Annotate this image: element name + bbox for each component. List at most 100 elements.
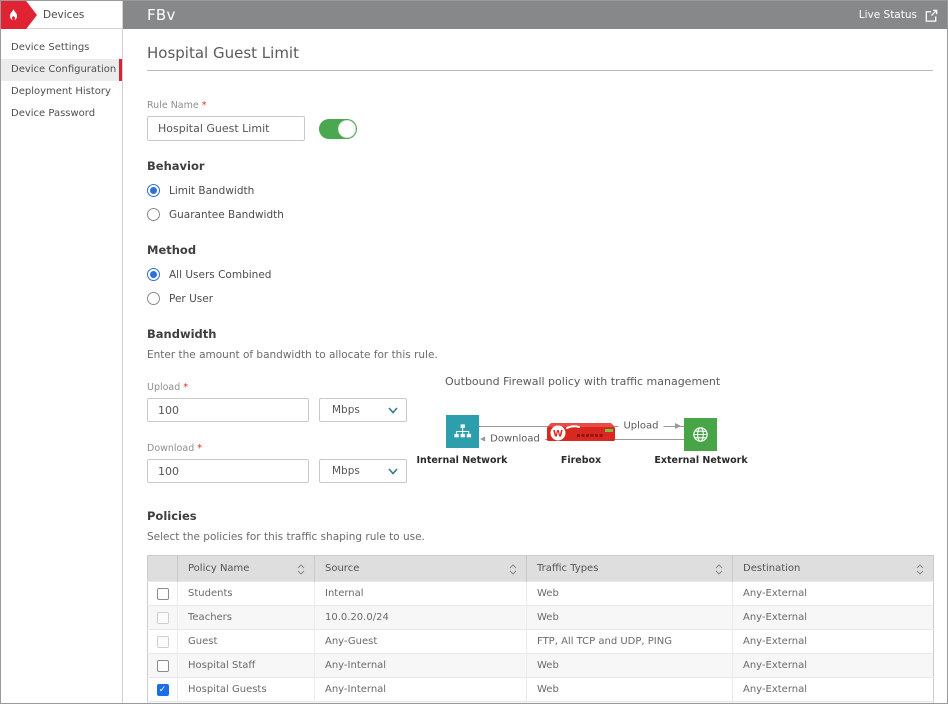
cell-destination: Any-External (733, 702, 934, 704)
live-status-link[interactable]: Live Status (859, 8, 939, 23)
device-title: FBv (147, 6, 176, 24)
toggle-knob (338, 120, 356, 138)
cell-destination: Any-External (733, 654, 934, 678)
radio-icon[interactable] (147, 208, 160, 221)
cell-traffic-types: FTP, All TCP and UDP, PING (527, 702, 733, 704)
cell-source: Any-Guest (315, 630, 527, 654)
sort-icon[interactable] (715, 564, 723, 575)
chevron-down-icon (388, 407, 398, 414)
required-marker: * (197, 443, 202, 454)
download-label: Download (147, 443, 194, 454)
method-option-all-users-combined[interactable]: All Users Combined (147, 268, 933, 281)
sidebar-item-label: Device Password (11, 108, 95, 119)
cell-source: Internal (315, 582, 527, 606)
network-tree-icon (453, 422, 472, 441)
cell-policy-name: Outgoing (178, 702, 315, 704)
sort-icon[interactable] (509, 564, 517, 575)
radio-label: Guarantee Bandwidth (169, 209, 284, 221)
globe-icon (691, 425, 710, 444)
radio-icon[interactable] (147, 268, 160, 281)
flame-icon (6, 7, 21, 23)
brand-logo (1, 1, 37, 29)
column-header-source[interactable]: Source (315, 556, 527, 582)
traffic-diagram: Outbound Firewall policy with traffic ma… (445, 375, 745, 471)
rule-name-input[interactable] (147, 116, 305, 141)
column-header-destination[interactable]: Destination (733, 556, 934, 582)
checkbox-column-header (148, 556, 178, 582)
main-content: Hospital Guest Limit Rule Name* Behavior… (123, 29, 947, 703)
download-unit-select[interactable]: Mbps (319, 459, 407, 483)
cell-destination: Any-External (733, 630, 934, 654)
table-row: GuestAny-GuestFTP, All TCP and UDP, PING… (148, 630, 934, 654)
behavior-heading: Behavior (147, 159, 933, 173)
cell-source: Any-Internal (315, 702, 527, 704)
policies-table: Policy Name Source Traffic Types Destina… (147, 555, 934, 703)
column-header-policy-name[interactable]: Policy Name (178, 556, 315, 582)
upload-flow-label: Upload (618, 421, 663, 432)
table-row: Teachers10.0.20.0/24WebAny-External (148, 606, 934, 630)
sidebar-item-deployment-history[interactable]: Deployment History (1, 81, 122, 103)
policy-checkbox[interactable]: ✓ (157, 684, 169, 696)
brand-tab[interactable]: Devices (1, 1, 123, 29)
column-label: Policy Name (188, 563, 249, 574)
policies-section: Policies Select the policies for this tr… (147, 509, 933, 703)
method-option-per-user[interactable]: Per User (147, 292, 933, 305)
sidebar-item-label: Device Configuration (11, 64, 116, 75)
page-title: Hospital Guest Limit (147, 44, 933, 71)
radio-label: Per User (169, 293, 213, 305)
internal-network-node (446, 415, 479, 448)
column-header-traffic-types[interactable]: Traffic Types (527, 556, 733, 582)
method-section: Method All Users Combined Per User (147, 243, 933, 305)
cell-traffic-types: Web (527, 582, 733, 606)
cell-traffic-types: Web (527, 606, 733, 630)
table-header-row: Policy Name Source Traffic Types Destina… (148, 556, 934, 582)
rule-name-label: Rule Name (147, 100, 199, 111)
bandwidth-description: Enter the amount of bandwidth to allocat… (147, 349, 933, 361)
radio-icon[interactable] (147, 292, 160, 305)
checkbox-cell (148, 702, 178, 704)
cell-source: Any-Internal (315, 654, 527, 678)
policy-checkbox[interactable] (157, 588, 169, 600)
svg-text:W: W (553, 430, 563, 440)
chevron-down-icon (388, 468, 398, 475)
policy-checkbox (157, 636, 169, 648)
cell-destination: Any-External (733, 606, 934, 630)
checkbox-cell: ✓ (148, 678, 178, 702)
sidebar-item-device-password[interactable]: Device Password (1, 103, 122, 125)
radio-icon[interactable] (147, 184, 160, 197)
download-unit-value: Mbps (332, 465, 360, 477)
sort-icon[interactable] (297, 564, 305, 575)
cell-destination: Any-External (733, 582, 934, 606)
cell-policy-name: Hospital Guests (178, 678, 315, 702)
sort-icon[interactable] (916, 564, 924, 575)
behavior-option-guarantee-bandwidth[interactable]: Guarantee Bandwidth (147, 208, 933, 221)
table-row: OutgoingAny-InternalFTP, All TCP and UDP… (148, 702, 934, 704)
sidebar-item-device-settings[interactable]: Device Settings (1, 37, 122, 59)
bandwidth-section: Bandwidth Enter the amount of bandwidth … (147, 327, 933, 483)
cell-traffic-types: Web (527, 678, 733, 702)
upload-unit-select[interactable]: Mbps (319, 398, 407, 422)
policies-description: Select the policies for this traffic sha… (147, 531, 933, 543)
behavior-option-limit-bandwidth[interactable]: Limit Bandwidth (147, 184, 933, 197)
download-input[interactable] (147, 459, 309, 483)
required-marker: * (202, 100, 207, 111)
table-row: ✓ Hospital GuestsAny-InternalWebAny-Exter… (148, 678, 934, 702)
table-row: StudentsInternalWebAny-External (148, 582, 934, 606)
rule-enabled-toggle[interactable] (319, 119, 357, 139)
sidebar-item-device-configuration[interactable]: Device Configuration (1, 59, 122, 81)
top-bar: Devices FBv Live Status (1, 1, 947, 29)
cell-traffic-types: Web (527, 654, 733, 678)
devices-tab-label[interactable]: Devices (43, 1, 84, 29)
cell-policy-name: Students (178, 582, 315, 606)
column-label: Destination (743, 563, 800, 574)
sidebar-item-label: Device Settings (11, 42, 89, 53)
upload-input[interactable] (147, 398, 309, 422)
policy-checkbox[interactable] (157, 660, 169, 672)
checkbox-cell (148, 582, 178, 606)
bandwidth-heading: Bandwidth (147, 327, 933, 341)
cell-policy-name: Guest (178, 630, 315, 654)
app-window: Devices FBv Live Status Device Settings … (0, 0, 948, 704)
live-status-label: Live Status (859, 9, 917, 21)
required-marker: * (183, 382, 188, 393)
method-heading: Method (147, 243, 933, 257)
